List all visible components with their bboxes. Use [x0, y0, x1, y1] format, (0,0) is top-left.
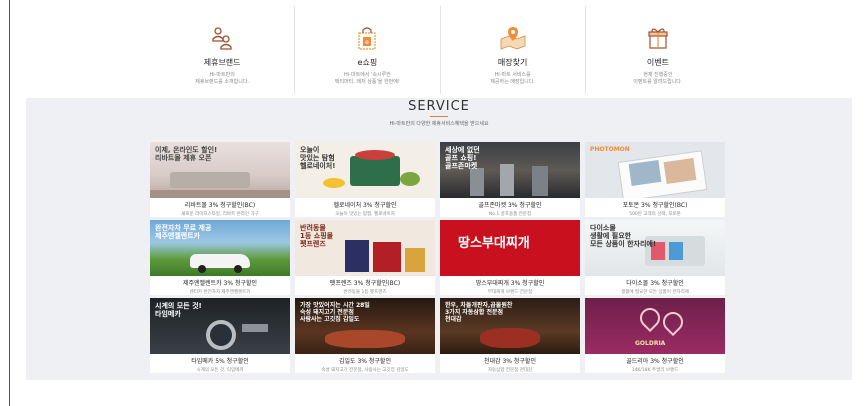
service-card-petfriends[interactable]: 반려동물 1등 쇼핑몰 펫프렌즈 펫프렌즈 3% 청구할인(BC) 반려동물 1…: [295, 220, 435, 295]
card-title: 포토몬 3% 청구할인(BC): [622, 202, 688, 209]
nav-title: e쇼핑: [357, 58, 378, 67]
card-desc: 오늘이 맛있는 탐험, 헬로네이처: [335, 212, 395, 217]
card-desc: 14K/18K 주얼리 브랜드: [631, 368, 679, 373]
section-subtitle: Hi-마트만의 다양한 제휴서비스혜택을 받으세요: [389, 121, 489, 127]
service-card-photomon[interactable]: PHOTOMON 포토몬 3% 청구할인(BC) 500만 고객의 선택, 포토…: [585, 142, 725, 217]
nav-eshop[interactable]: e e쇼핑 Hi-마트에서 '속시루한 택티머티, 레저 상품'을 한번에!: [295, 6, 441, 94]
service-card-daiso[interactable]: 다이소몰 생활에 필요한 모든 상품이 한자리에! 다이소몰 3% 청구할인 생…: [585, 220, 725, 295]
service-section: SERVICE Hi-마트만의 다양한 제휴서비스혜택을 받으세요 이제, 온라…: [26, 98, 852, 380]
nav-title: 매장찾기: [497, 58, 528, 67]
card-image: 이제, 온라인도 할인! 리바트몰 제휴 오픈: [150, 142, 290, 198]
card-title: 다이소몰 3% 청구할인: [626, 280, 684, 287]
card-desc: 숙성 돼지고기 전문점, 사람사는 고깃집 김일도: [321, 368, 409, 373]
card-title: 헬로네이처 3% 청구할인: [333, 202, 397, 209]
card-image: 오늘이 맛있는 탐험 헬로네이처!: [295, 142, 435, 198]
card-image: 완전자차 무료 제공 제주엔젤렌트카: [150, 220, 290, 276]
card-title: 김일도 3% 청구할인: [339, 358, 391, 365]
card-desc: 렌터카 완전자차 제주엔젤렌트카: [189, 290, 251, 295]
card-desc: 500만 고객의 선택, 포토몬: [629, 212, 681, 217]
nav-desc: Hi-마트만의: [209, 72, 235, 78]
service-card-kimwoldo[interactable]: 가장 맛있어지는 시간 28일 숙성 돼지고기 전문점 사람사는 고깃집 김일도…: [295, 298, 435, 373]
card-title: 골드리아 3% 청구할인: [626, 358, 684, 365]
card-image: 가장 맛있어지는 시간 28일 숙성 돼지고기 전문점 사람사는 고깃집 김일도: [295, 298, 435, 354]
card-desc: 생활에 필요한 모든 상품이 한자리에: [621, 290, 689, 295]
service-card-cheondaegam[interactable]: 한우, 차돌개판자,곱물원찬 3가지 자동삼합 전문점 천대감 천대감 3% 청…: [440, 298, 580, 373]
card-desc: 시계의 모든 것, 타임메카: [196, 368, 244, 373]
nav-title: 제휴브랜드: [203, 58, 241, 67]
service-card-ttangsu[interactable]: 땅스부대찌개 땅스부대찌개 3% 청구할인 부대찌개 브랜드 전문점: [440, 220, 580, 295]
card-image: 땅스부대찌개: [440, 220, 580, 276]
nav-desc: 제휴브랜드를 소개합니다.: [195, 79, 250, 85]
title-underline: [430, 116, 448, 117]
nav-desc: 현재 진행중인: [643, 72, 673, 78]
nav-title: 이벤트: [646, 58, 669, 67]
top-nav: 제휴브랜드 Hi-마트만의 제휴브랜드를 소개합니다. e e쇼핑 Hi-마트에…: [150, 6, 730, 94]
service-card-timemecca[interactable]: 시계의 모든 것! 타임메카 타임메카 5% 청구할인 시계의 모든 것, 타임…: [150, 298, 290, 373]
card-desc: 새로운 라이프스타일, 리바트 온라인 가구: [181, 212, 259, 217]
service-card-livart[interactable]: 이제, 온라인도 할인! 리바트몰 제휴 오픈 리바트몰 3% 청구할인(BC)…: [150, 142, 290, 217]
nav-desc: Hi-마트에서 '속시루한: [344, 72, 391, 78]
service-card-healthy[interactable]: 오늘이 맛있는 탐험 헬로네이처! 헬로네이처 3% 청구할인 오늘이 맛있는 …: [295, 142, 435, 217]
card-title: 타임메카 5% 청구할인: [191, 358, 249, 365]
card-image: 반려동물 1등 쇼핑몰 펫프렌즈: [295, 220, 435, 276]
page: 제휴브랜드 Hi-마트만의 제휴브랜드를 소개합니다. e e쇼핑 Hi-마트에…: [0, 0, 865, 406]
nav-desc: 제공하는 매장입니다.: [490, 79, 535, 85]
nav-desc: 택티머티, 레저 상품'을 한번에!: [334, 79, 400, 85]
service-card-goldria[interactable]: GOLDRIA 골드리아 3% 청구할인 14K/18K 주얼리 브랜드: [585, 298, 725, 373]
card-title: 골프존마켓 3% 청구할인: [478, 202, 542, 209]
card-image: 다이소몰 생활에 필요한 모든 상품이 한자리에!: [585, 220, 725, 276]
card-image: 시계의 모든 것! 타임메카: [150, 298, 290, 354]
map-pin-icon: [441, 24, 585, 52]
shopping-bag-icon: e: [295, 24, 439, 52]
service-grid: 이제, 온라인도 할인! 리바트몰 제휴 오픈 리바트몰 3% 청구할인(BC)…: [150, 142, 726, 373]
nav-partner-brand[interactable]: 제휴브랜드 Hi-마트만의 제휴브랜드를 소개합니다.: [150, 6, 296, 94]
card-desc: 반려동물 1등 펫프렌즈: [343, 290, 387, 295]
svg-text:e: e: [366, 39, 370, 46]
people-icon: [150, 24, 294, 52]
card-image: PHOTOMON: [585, 142, 725, 198]
nav-event[interactable]: 이벤트 현재 진행중인 이벤트를 알려드립니다.: [586, 6, 730, 94]
card-image: 한우, 차돌개판자,곱물원찬 3가지 자동삼합 전문점 천대감: [440, 298, 580, 354]
nav-store-finder[interactable]: 매장찾기 Hi-마트 서비스를 제공하는 매장입니다.: [441, 6, 586, 94]
card-desc: 자동삼합 전문점 천대감: [487, 368, 533, 373]
section-title: SERVICE: [408, 99, 470, 114]
card-desc: No.1 골프용품 전문점: [488, 212, 532, 217]
card-desc: 부대찌개 브랜드 전문점: [487, 290, 533, 295]
card-image: GOLDRIA: [585, 298, 725, 354]
gift-icon: [586, 24, 730, 52]
service-card-golfzone[interactable]: 세상에 없던 골프 쇼핑! 골프존마켓 골프존마켓 3% 청구할인 No.1 골…: [440, 142, 580, 217]
service-card-jeju-rentcar[interactable]: 완전자차 무료 제공 제주엔젤렌트카 제주엔젤렌트카 3% 청구할인 렌터카 완…: [150, 220, 290, 295]
card-title: 제주엔젤렌트카 3% 청구할인: [182, 280, 258, 287]
card-title: 펫프렌즈 3% 청구할인(BC): [329, 280, 401, 287]
nav-desc: 이벤트를 알려드립니다.: [633, 79, 683, 85]
left-border: [9, 0, 10, 406]
card-title: 땅스부대찌개 3% 청구할인: [475, 280, 545, 287]
nav-desc: Hi-마트 서비스를: [494, 72, 531, 78]
card-title: 리바트몰 3% 청구할인(BC): [184, 202, 256, 209]
card-title: 천대감 3% 청구할인: [484, 358, 536, 365]
card-image: 세상에 없던 골프 쇼핑! 골프존마켓: [440, 142, 580, 198]
